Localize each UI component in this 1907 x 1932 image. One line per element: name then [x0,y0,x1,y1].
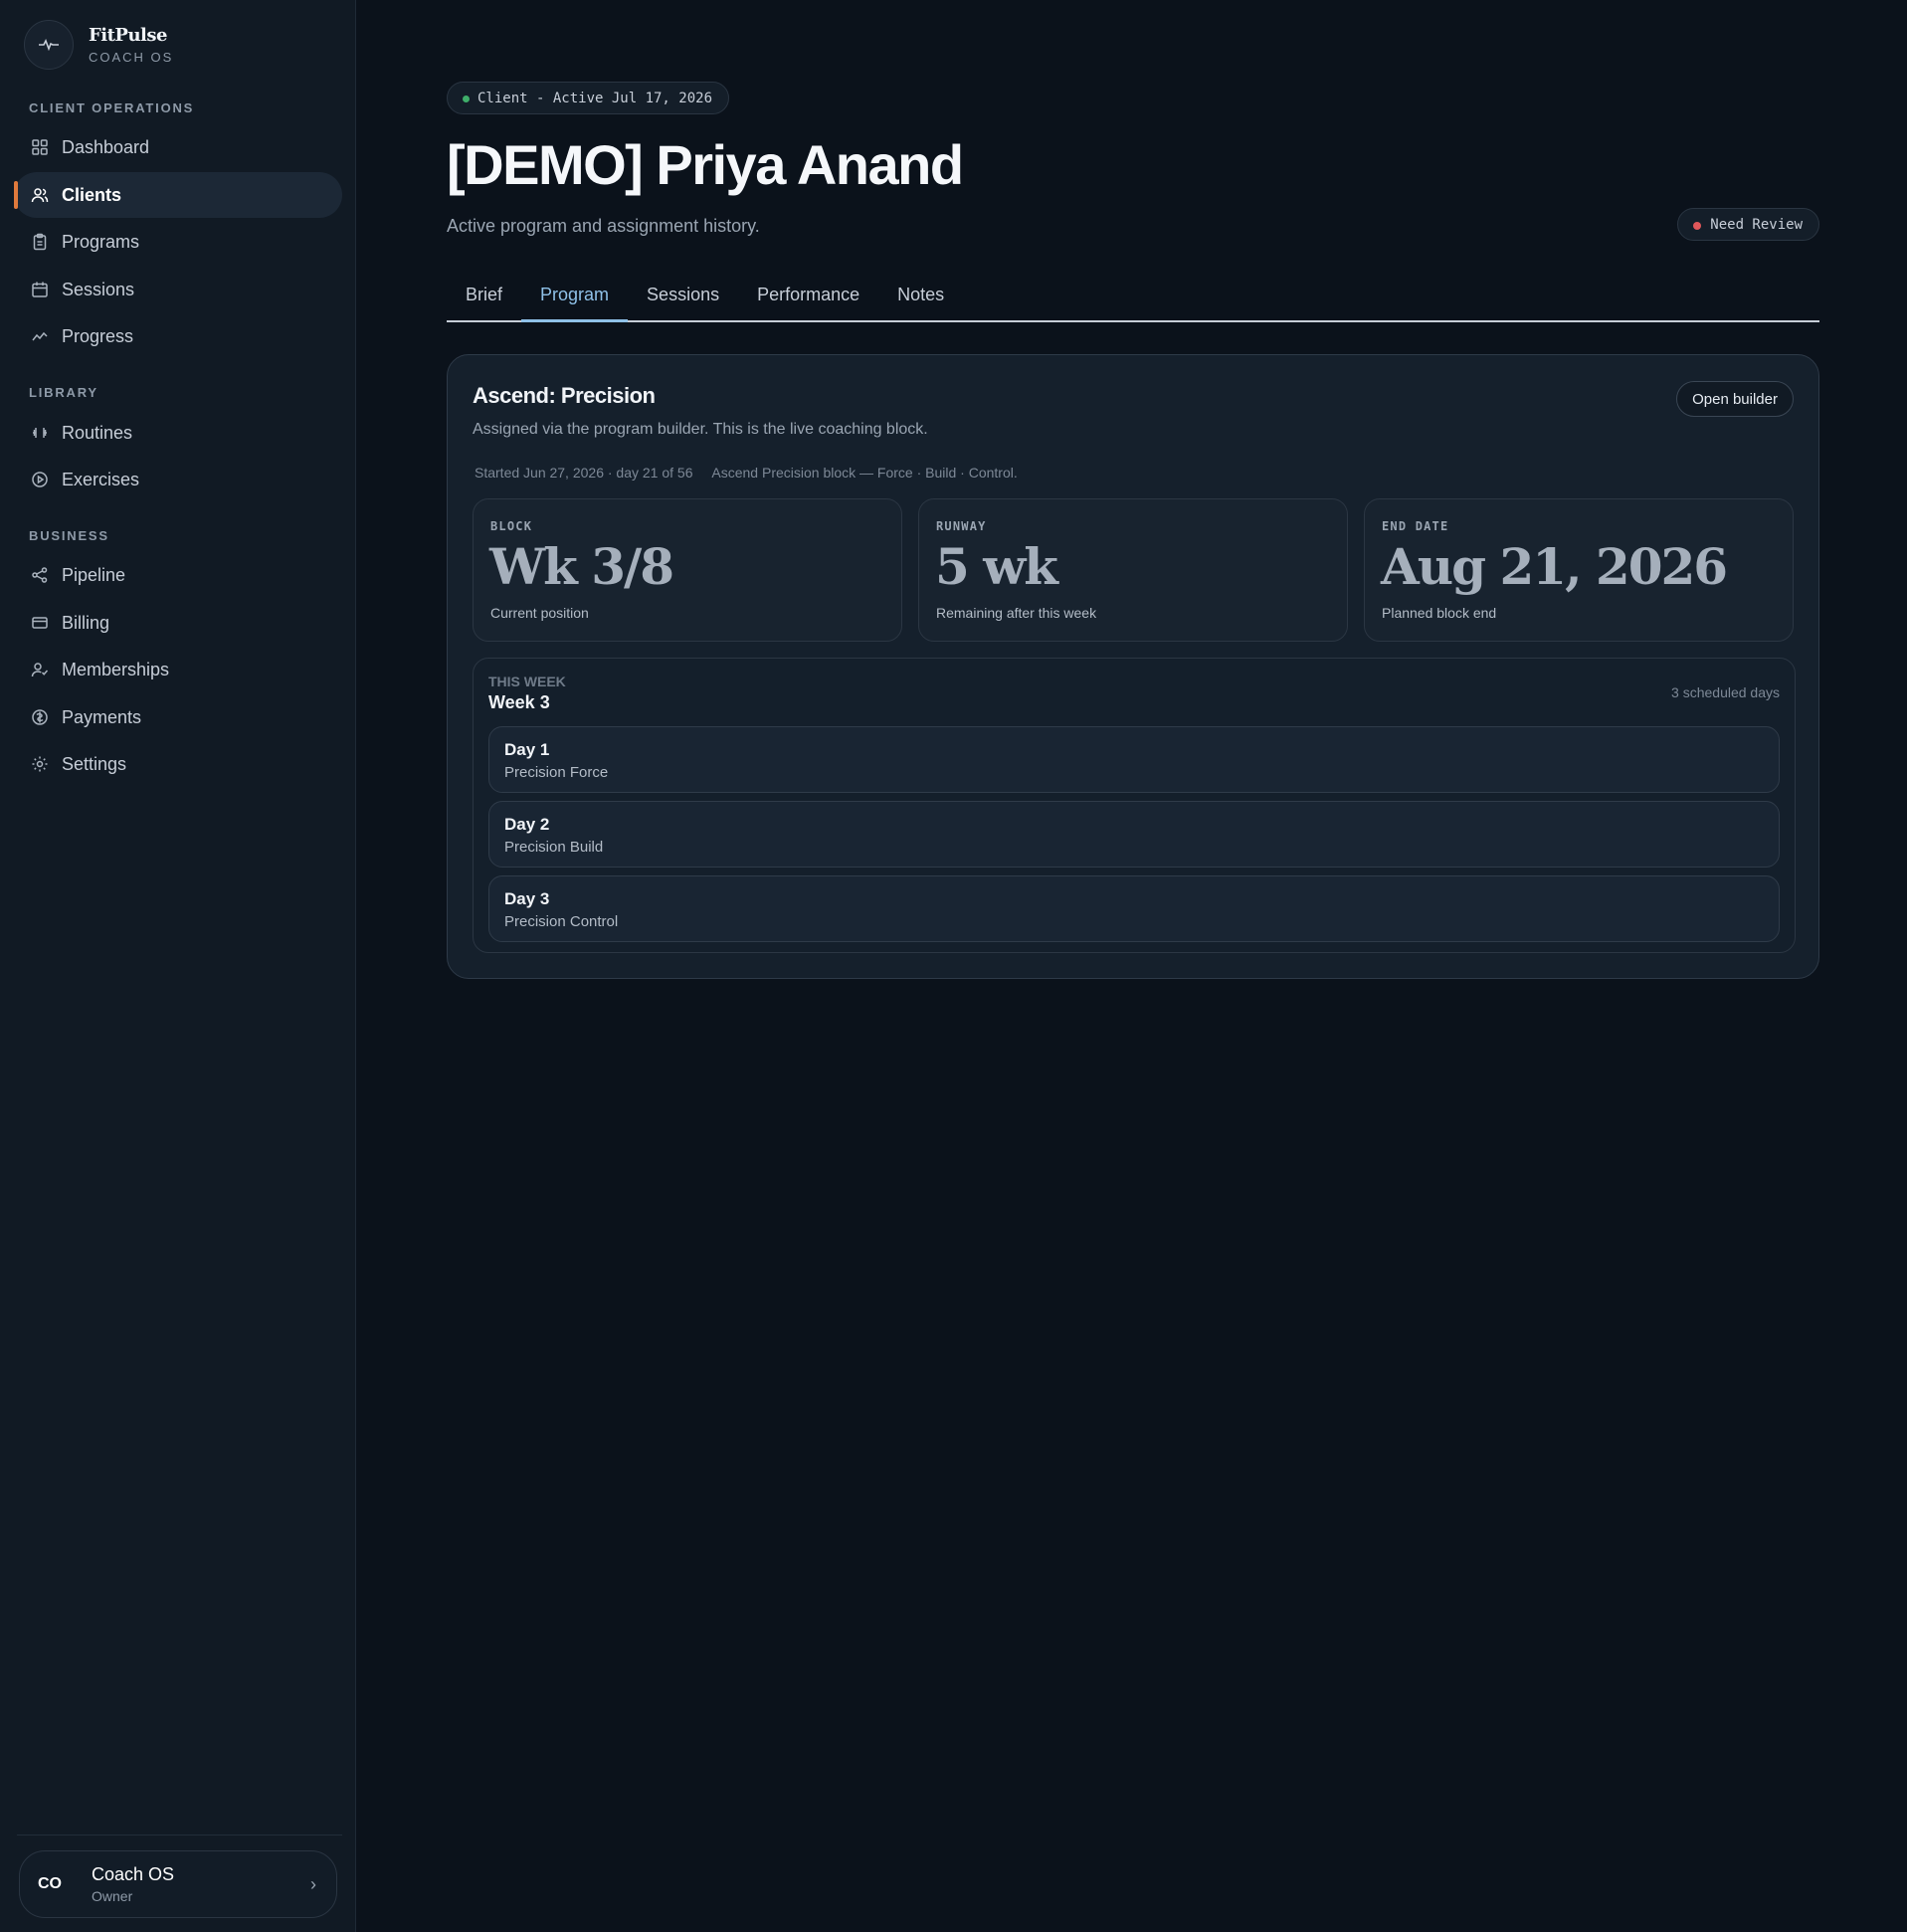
sidebar-item-label: Clients [62,184,122,205]
sidebar-item-label: Progress [62,325,134,346]
day-name: Day 1 [504,740,550,759]
stat-value: 5 wk [935,537,1058,596]
day-routine: Precision Control [504,913,619,930]
stat-hint: Current position [490,605,589,621]
sidebar-item-routines[interactable]: Routines [14,410,342,456]
avatar: CO [38,1875,62,1892]
tab-brief[interactable]: Brief [447,271,521,322]
page-title: [DEMO] Priya Anand [447,133,964,196]
sidebar-item-settings[interactable]: Settings [14,741,342,787]
open-builder-button[interactable]: Open builder [1676,381,1794,417]
sidebar-item-billing[interactable]: Billing [14,600,342,646]
program-card: Ascend: Precision Assigned via the progr… [447,354,1819,979]
stat-card-end-date: END DATE Aug 21, 2026 Planned block end [1364,498,1794,642]
day-routine: Precision Build [504,839,604,856]
sidebar-item-clients[interactable]: Clients [14,172,342,218]
program-description: Assigned via the program builder. This i… [473,421,928,438]
this-week-panel: THIS WEEK Week 3 3 scheduled days Day 1 … [473,658,1796,953]
sidebar-item-dashboard[interactable]: Dashboard [14,124,342,170]
page-subtitle: Active program and assignment history. [447,216,760,236]
sidebar-item-label: Routines [62,422,133,443]
client-status-badge: Client - Active Jul 17, 2026 [447,82,730,114]
stat-label: END DATE [1382,519,1449,533]
account-menu-button[interactable]: CO Coach OS Owner › [19,1850,337,1918]
tab-performance[interactable]: Performance [738,271,878,322]
user-role: Owner [92,1888,133,1904]
sidebar-item-pipeline[interactable]: Pipeline [14,552,342,598]
sidebar-item-label: Memberships [62,659,170,679]
stat-label: BLOCK [490,519,533,533]
tab-notes[interactable]: Notes [878,271,963,322]
day-row[interactable]: Day 1 Precision Force [488,726,1780,793]
week-title: Week 3 [488,692,550,712]
sidebar-item-label: Billing [62,612,110,633]
sidebar-item-label: Dashboard [62,136,150,157]
user-check-icon [30,660,50,679]
coin-icon [30,707,50,727]
sidebar-item-label: Programs [62,231,140,252]
nav-section-business: BUSINESS [29,528,109,543]
gear-icon [30,754,50,774]
stat-hint: Planned block end [1382,605,1497,621]
tab-sessions[interactable]: Sessions [628,271,738,322]
chevron-right-icon: › [310,1873,316,1894]
need-review-badge[interactable]: Need Review [1677,208,1819,241]
clipboard-icon [30,232,50,252]
share-nodes-icon [30,565,50,585]
sidebar-item-label: Pipeline [62,564,126,585]
nav-section-library: LIBRARY [29,385,98,400]
sidebar-item-progress[interactable]: Progress [14,313,342,359]
users-icon [30,185,50,205]
day-row[interactable]: Day 2 Precision Build [488,801,1780,868]
day-name: Day 2 [504,815,550,834]
trend-icon [30,326,50,346]
sidebar-item-payments[interactable]: Payments [14,694,342,740]
stat-card-runway: RUNWAY 5 wk Remaining after this week [918,498,1348,642]
sidebar-item-exercises[interactable]: Exercises [14,457,342,502]
program-start-info: Started Jun 27, 2026 · day 21 of 56 [475,465,693,481]
stat-hint: Remaining after this week [936,605,1097,621]
day-name: Day 3 [504,889,550,908]
day-routine: Precision Force [504,764,609,781]
sidebar-item-memberships[interactable]: Memberships [14,647,342,692]
sidebar-item-label: Exercises [62,469,140,489]
program-title: Ascend: Precision [473,383,656,408]
stat-label: RUNWAY [936,519,987,533]
user-name: Coach OS [92,1864,175,1884]
client-tabs: Brief Program Sessions Performance Notes [447,271,1819,322]
program-meta: Started Jun 27, 2026 · day 21 of 56 Asce… [475,465,1018,481]
tab-program[interactable]: Program [521,271,629,322]
stat-value: Aug 21, 2026 [1381,537,1728,596]
scheduled-days-count: 3 scheduled days [1671,684,1780,700]
pulse-logo-icon [24,20,74,70]
nav-section-client-operations: CLIENT OPERATIONS [29,100,195,115]
grid-icon [30,137,50,157]
sidebar-item-programs[interactable]: Programs [14,219,342,265]
dumbbell-icon [30,423,50,443]
sidebar-item-label: Settings [62,753,127,774]
calendar-icon [30,280,50,299]
brand-subtitle: COACH OS [89,50,174,65]
stat-card-block: BLOCK Wk 3/8 Current position [473,498,902,642]
day-row[interactable]: Day 3 Precision Control [488,875,1780,942]
sidebar-item-label: Sessions [62,279,135,299]
play-circle-icon [30,470,50,489]
stat-value: Wk 3/8 [489,537,674,596]
brand[interactable]: FitPulse COACH OS [24,20,173,70]
sidebar: FitPulse COACH OS CLIENT OPERATIONS Dash… [0,0,356,1932]
brand-name: FitPulse [89,25,167,46]
sidebar-item-sessions[interactable]: Sessions [14,267,342,312]
program-block-info: Ascend Precision block — Force · Build ·… [711,465,1018,481]
sidebar-item-label: Payments [62,706,142,727]
credit-card-icon [30,613,50,633]
week-eyebrow: THIS WEEK [488,674,566,689]
